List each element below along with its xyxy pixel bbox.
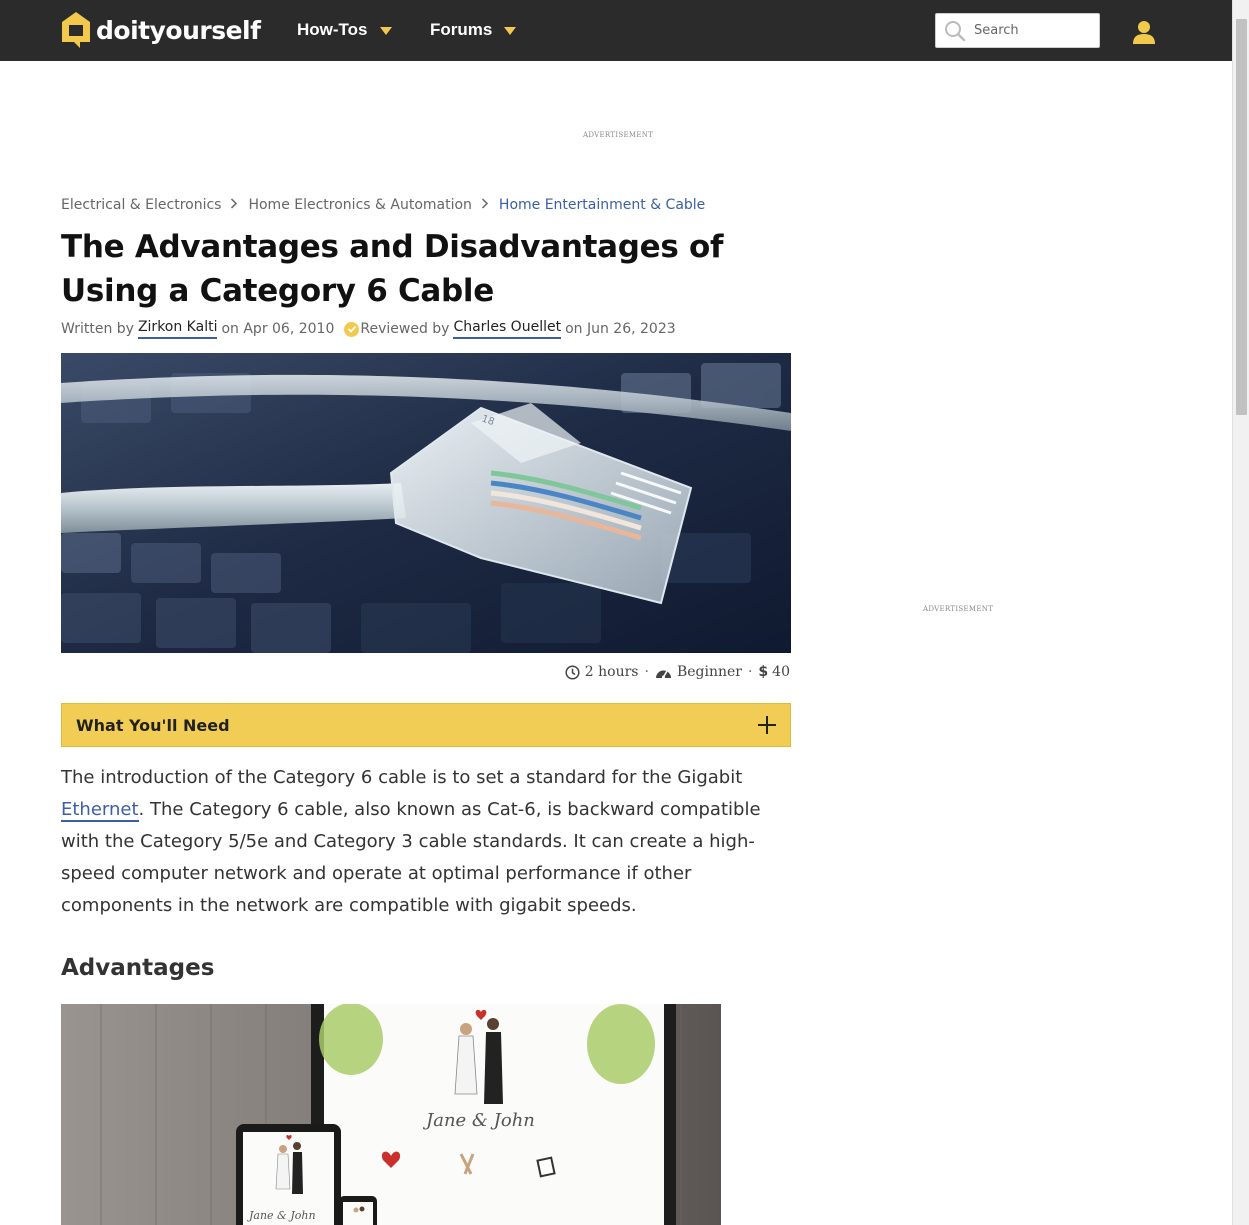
chevron-down-icon (504, 27, 517, 35)
intro-text-2: . The Category 6 cable, also known as Ca… (61, 799, 761, 916)
clock-icon (565, 664, 580, 680)
search-icon (940, 16, 970, 46)
ethernet-link[interactable]: Ethernet (61, 799, 139, 822)
check-badge-icon (344, 321, 360, 337)
page-title: The Advantages and Disadvantages of Usin… (61, 229, 724, 309)
advantages-heading: Advantages (61, 955, 215, 981)
cost-value: 40 (772, 664, 790, 680)
search-input[interactable] (974, 23, 1094, 38)
project-meta: 2 hours · Beginner · $ 40 (565, 664, 790, 680)
site-header: doityourself How-Tos Forums (0, 0, 1232, 61)
time-value: 2 hours (584, 664, 639, 680)
what-youll-need-accordion[interactable]: What You'll Need (61, 703, 791, 747)
chevron-right-icon (481, 197, 489, 213)
nav-how-tos-label: How-Tos (297, 20, 368, 39)
breadcrumb: Electrical & Electronics Home Electronic… (61, 197, 705, 213)
ad-label-sidebar: ADVERTISEMENT (923, 605, 994, 613)
nav-forums-label: Forums (430, 20, 493, 39)
cost-meta: $ 40 (758, 664, 790, 680)
breadcrumb-home-electronics[interactable]: Home Electronics & Automation (248, 197, 471, 213)
scrollbar-thumb[interactable] (1236, 19, 1247, 415)
reviewed-by-label: Reviewed by (360, 321, 450, 337)
house-logo-icon (60, 10, 92, 50)
intro-text-1: The introduction of the Category 6 cable… (61, 767, 743, 788)
chevron-down-icon (379, 27, 392, 35)
breadcrumb-home-entertainment[interactable]: Home Entertainment & Cable (499, 197, 705, 213)
meta-separator: · (747, 664, 753, 680)
plus-icon[interactable] (758, 716, 776, 734)
difficulty-value: Beginner (676, 664, 742, 680)
ad-label-top: ADVERTISEMENT (583, 131, 654, 139)
time-meta: 2 hours (565, 664, 639, 680)
written-by-label: Written by (61, 321, 134, 337)
hero-image-ethernet-cable: 18 (61, 353, 791, 653)
nav-how-tos[interactable]: How-Tos (297, 20, 392, 40)
svg-text:Jane & John: Jane & John (247, 1209, 316, 1222)
advantages-image-devices: Jane & John Jane & John (61, 1004, 721, 1225)
nav-forums[interactable]: Forums (430, 20, 517, 40)
page-scrollbar[interactable] (1232, 0, 1249, 1225)
site-logo[interactable]: doityourself (60, 10, 261, 50)
difficulty-meta: Beginner (655, 664, 742, 680)
search-box[interactable] (935, 13, 1100, 48)
breadcrumb-electrical[interactable]: Electrical & Electronics (61, 197, 221, 213)
logo-text: doityourself (96, 15, 261, 45)
written-date: on Apr 06, 2010 (221, 321, 335, 337)
article-byline: Written by Zirkon Kalti on Apr 06, 2010 … (61, 319, 676, 339)
reviewer-link[interactable]: Charles Ouellet (453, 319, 562, 339)
user-account-icon[interactable] (1131, 19, 1157, 45)
dollar-icon: $ (758, 664, 769, 680)
couple-names-text: Jane & John (422, 1110, 535, 1131)
intro-paragraph: The introduction of the Category 6 cable… (61, 762, 796, 922)
what-youll-need-label: What You'll Need (76, 715, 230, 735)
meta-separator: · (644, 664, 649, 680)
chevron-right-icon (230, 197, 238, 213)
author-link[interactable]: Zirkon Kalti (137, 319, 218, 339)
gauge-icon (655, 670, 671, 678)
reviewed-date: on Jun 26, 2023 (565, 321, 676, 337)
